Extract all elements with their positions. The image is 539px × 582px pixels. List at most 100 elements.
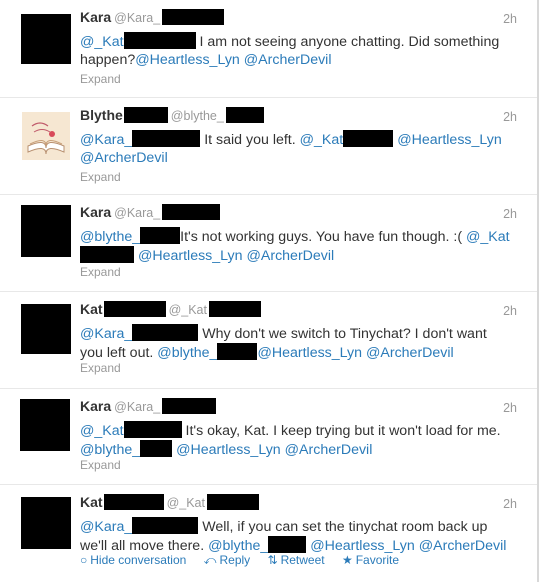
retweet-button[interactable]: ⇅ Retweet [268,553,329,567]
tweet-text-segment: It said you left. [200,132,300,148]
mention-link[interactable]: @_Kat [300,132,344,148]
mention-link[interactable]: @blythe_ [80,442,140,458]
tweet-text: @_Kat It's okay, Kat. I keep trying but … [80,421,510,459]
author-handle[interactable]: @_Kat [167,496,205,510]
timestamp[interactable]: 2h [503,401,517,415]
author-name[interactable]: Kara [80,9,111,25]
timestamp[interactable]: 2h [503,12,517,26]
author-handle[interactable]: @Kara_ [114,206,160,220]
tweet-text: @_Kat I am not seeing anyone chatting. D… [80,32,510,69]
timestamp[interactable]: 2h [503,207,517,221]
tweet-text: @blythe_ It's not working guys. You have … [80,227,510,265]
timestamp[interactable]: 2h [503,304,517,318]
mention-link[interactable]: @blythe_ [208,538,268,554]
redaction-bar [208,301,261,317]
redaction-bar [162,398,217,414]
mention-link[interactable]: @blythe_ [80,229,140,245]
author-handle[interactable]: @blythe_ [171,109,224,123]
mention-link[interactable]: @ArcherDevil [80,150,168,166]
reply-label: Reply [219,553,251,567]
avatar[interactable] [21,14,71,64]
tweet[interactable]: Kara @Kara_ 2h @_Kat I am not seeing anyo… [0,0,537,97]
redaction-bar [217,343,258,360]
expand-link[interactable]: Expand [80,458,121,472]
tweet-text: @Kara_ Well, if you can set the tinychat… [80,517,510,555]
redaction-bar [225,107,264,123]
expand-link[interactable]: Expand [80,361,121,375]
author-name[interactable]: Kat [80,301,103,317]
avatar[interactable] [20,399,70,451]
avatar[interactable] [21,497,71,549]
redaction-bar [80,246,134,263]
author-handle[interactable]: @Kara_ [114,400,160,414]
author-name[interactable]: Blythe [80,107,123,123]
mention-link[interactable]: @ArcherDevil [246,248,334,264]
tweet-text-segment: It's not working guys. You have fun thou… [180,229,467,245]
redaction-bar [140,440,173,457]
tweet[interactable]: Kara @Kara_ 2h @blythe_ It's not working g… [0,194,537,291]
redaction-bar [162,204,221,220]
hide-conversation-button[interactable]: ○ Hide conversation [80,553,190,567]
reply-button[interactable]: ⤺ Reply [204,553,255,567]
timestamp[interactable]: 2h [503,497,517,511]
mention-link[interactable]: @Heartless_Lyn [310,538,415,554]
redaction-bar [123,107,168,123]
mention-link[interactable]: @_Kat [80,423,124,439]
tweet-text: @Kara_ Why don't we switch to Tinychat? … [80,324,510,362]
mention-link[interactable]: @ArcherDevil [285,442,373,458]
mention-link[interactable]: @ArcherDevil [244,52,332,68]
tweet[interactable]: Kara @Kara_ 2h @_Kat It's okay, Kat. I ke… [0,388,537,484]
redaction-bar [132,130,201,147]
author-name[interactable]: Kat [80,494,103,510]
mention-link[interactable]: @Heartless_Lyn [135,52,240,68]
mention-link[interactable]: @Kara_ [80,519,132,535]
star-icon: ★ [341,553,353,567]
redaction-bar [103,301,166,317]
avatar[interactable] [22,112,70,160]
author-name[interactable]: Kara [80,398,111,414]
mention-link[interactable]: @Heartless_Lyn [138,248,243,264]
redaction-bar [140,227,181,244]
conversation-icon: ○ [80,553,88,567]
redaction-bar [103,494,164,510]
avatar[interactable] [21,304,71,354]
mention-link[interactable]: @_Kat [80,34,124,50]
mention-link[interactable]: @_Kat [466,229,510,245]
mention-link[interactable]: @Kara_ [80,132,132,148]
tweet-text: @Kara_ It said you left. @_Kat @Heartles… [80,130,510,167]
mention-link[interactable]: @Heartless_Lyn [176,442,281,458]
redaction-bar [206,494,259,510]
redaction-bar [123,32,196,49]
mention-link[interactable]: @blythe_ [157,345,217,361]
redaction-bar [343,130,394,147]
tweet-text-segment: It's okay, Kat. I keep trying but it won… [181,423,501,439]
mention-link[interactable]: @ArcherDevil [366,345,454,361]
timestamp[interactable]: 2h [503,110,517,124]
author-handle[interactable]: @_Kat [169,303,207,317]
author-handle[interactable]: @Kara_ [114,11,160,25]
expand-link[interactable]: Expand [80,72,121,86]
hide-conversation-label: Hide conversation [90,553,187,567]
expand-link[interactable]: Expand [80,265,121,279]
author-name[interactable]: Kara [80,204,111,220]
redaction-bar [132,324,199,341]
favorite-label: Favorite [355,553,400,567]
reply-icon: ⤺ [203,553,217,567]
tweet[interactable]: Kat @_Kat 2h @Kara_ Well, if you can set … [0,484,537,582]
redaction-bar [132,517,199,534]
tweet-actions: ○ Hide conversation ⤺ Reply ⇅ Retweet ★ Favo… [80,553,407,568]
avatar[interactable] [21,205,71,257]
mention-link[interactable]: @Heartless_Lyn [397,132,502,148]
mention-link[interactable]: @Kara_ [80,326,132,342]
book-logo-icon [22,112,70,160]
redaction-bar [123,421,182,438]
mention-link[interactable]: @Heartless_Lyn [257,345,362,361]
retweet-label: Retweet [280,553,325,567]
mention-link[interactable]: @ArcherDevil [419,538,507,554]
retweet-icon: ⇅ [267,553,278,567]
redaction-bar [268,536,307,553]
favorite-button[interactable]: ★ Favorite [342,553,403,567]
expand-link[interactable]: Expand [80,170,121,184]
tweet[interactable]: Blythe @blythe_ 2h @Kara_ It said you lef… [0,97,537,194]
tweet[interactable]: Kat @_Kat 2h @Kara_ Why don't we switch t… [0,291,537,388]
